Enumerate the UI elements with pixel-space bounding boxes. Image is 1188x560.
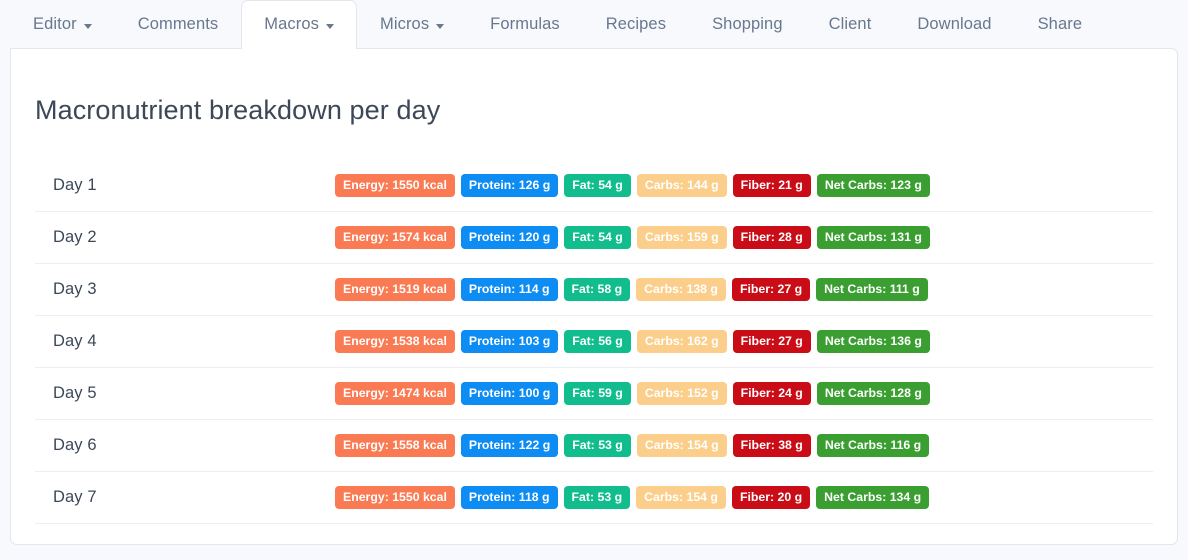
carbs-badge: Carbs: 154 g [636,485,726,510]
tab-client[interactable]: Client [806,0,895,48]
tab-label: Micros [379,15,430,33]
tab-label: Shopping [712,15,783,33]
table-row: Day 3 Energy: 1519 kcal Protein: 114 g Fat:… [35,264,1153,316]
protein-badge: Protein: 114 g [460,277,558,302]
net-carbs-badge: Net Carbs: 111 g [816,277,928,302]
protein-badge: Protein: 126 g [460,173,559,198]
badge-group: Energy: 1574 kcal Protein: 120 g Fat: 54 g… [335,225,1188,250]
badge-group: Energy: 1550 kcal Protein: 118 g Fat: 53 g… [335,485,1188,510]
protein-badge: Protein: 122 g [460,433,559,458]
day-label: Day 3 [53,280,97,298]
carbs-badge: Carbs: 152 g [636,381,727,406]
protein-badge: Protein: 103 g [460,329,559,354]
tab-comments[interactable]: Comments [115,0,242,48]
net-carbs-badge: Net Carbs: 136 g [816,329,930,354]
chevron-down-icon [83,23,92,29]
tab-editor[interactable]: Editor [10,0,115,48]
fiber-badge: Fiber: 28 g [732,225,811,250]
carbs-badge: Carbs: 144 g [636,173,727,198]
table-row: Day 5 Energy: 1474 kcal Protein: 100 g Fat:… [35,368,1153,420]
fiber-badge: Fiber: 27 g [731,277,811,302]
chevron-down-icon [436,23,445,29]
fiber-badge: Fiber: 21 g [732,173,811,198]
fat-badge: Fat: 53 g [563,485,631,510]
day-label: Day 7 [53,488,97,506]
net-carbs-badge: Net Carbs: 128 g [816,381,930,406]
chevron-down-icon [325,23,334,29]
protein-badge: Protein: 118 g [460,485,558,510]
tab-label: Editor [33,15,77,33]
carbs-badge: Carbs: 138 g [636,277,726,302]
tab-formulas[interactable]: Formulas [467,0,583,48]
carbs-badge: Carbs: 154 g [636,433,727,458]
day-label: Day 5 [53,384,97,402]
fiber-badge: Fiber: 20 g [731,485,811,510]
page-title: Macronutrient breakdown per day [35,95,441,125]
carbs-badge: Carbs: 162 g [636,329,727,354]
tab-recipes[interactable]: Recipes [583,0,689,48]
table-row: Day 4 Energy: 1538 kcal Protein: 103 g Fat:… [35,316,1153,368]
fiber-badge: Fiber: 38 g [732,433,811,458]
tab-macros[interactable]: Macros [241,0,357,49]
net-carbs-badge: Net Carbs: 116 g [816,433,930,458]
tab-download[interactable]: Download [894,0,1014,48]
energy-badge: Energy: 1550 kcal [335,485,455,510]
day-label: Day 4 [53,332,97,350]
fat-badge: Fat: 53 g [564,433,631,458]
table-row: Day 2 Energy: 1574 kcal Protein: 120 g Fat:… [35,212,1153,264]
tab-label: Comments [137,15,219,33]
tab-label: Macros [264,15,319,33]
tab-label: Client [828,15,872,33]
fat-badge: Fat: 54 g [564,173,631,198]
net-carbs-badge: Net Carbs: 134 g [816,485,930,510]
tab-label: Recipes [605,15,667,33]
energy-badge: Energy: 1474 kcal [335,381,455,406]
badge-group: Energy: 1538 kcal Protein: 103 g Fat: 56 g… [335,329,1188,354]
energy-badge: Energy: 1550 kcal [335,173,455,198]
table-row: Day 6 Energy: 1558 kcal Protein: 122 g Fat:… [35,420,1153,472]
day-label: Day 1 [53,176,97,194]
fat-badge: Fat: 56 g [564,329,631,354]
day-label: Day 6 [53,436,97,454]
energy-badge: Energy: 1519 kcal [335,277,455,302]
tab-label: Formulas [490,15,560,33]
table-row: Day 7 Energy: 1550 kcal Protein: 118 g Fat:… [35,472,1153,524]
fat-badge: Fat: 58 g [563,277,631,302]
fat-badge: Fat: 59 g [564,381,631,406]
tab-share[interactable]: Share [1015,0,1106,48]
badge-group: Energy: 1558 kcal Protein: 122 g Fat: 53 g… [335,433,1188,458]
energy-badge: Energy: 1538 kcal [335,329,455,354]
carbs-badge: Carbs: 159 g [636,225,727,250]
fiber-badge: Fiber: 24 g [732,381,811,406]
macro-rows-list: Day 1 Energy: 1550 kcal Protein: 126 g Fat:… [35,160,1153,524]
content-panel: Macronutrient breakdown per day Day 1 Ene… [10,48,1178,545]
energy-badge: Energy: 1558 kcal [335,433,455,458]
tab-micros[interactable]: Micros [357,0,467,48]
fiber-badge: Fiber: 27 g [732,329,811,354]
tab-label: Download [917,15,992,33]
protein-badge: Protein: 100 g [460,381,559,406]
tab-bar: Editor Comments Macros Micros Formulas Recipe… [0,0,1188,49]
badge-group: Energy: 1474 kcal Protein: 100 g Fat: 59 g… [335,381,1188,406]
net-carbs-badge: Net Carbs: 123 g [816,173,930,198]
badge-group: Energy: 1519 kcal Protein: 114 g Fat: 58 g… [335,277,1188,302]
tab-label: Share [1037,15,1083,33]
tab-shopping[interactable]: Shopping [689,0,806,48]
table-row: Day 1 Energy: 1550 kcal Protein: 126 g Fat:… [35,160,1153,212]
protein-badge: Protein: 120 g [460,225,559,250]
fat-badge: Fat: 54 g [564,225,631,250]
badge-group: Energy: 1550 kcal Protein: 126 g Fat: 54 g… [335,173,1188,198]
energy-badge: Energy: 1574 kcal [335,225,455,250]
day-label: Day 2 [53,228,97,246]
net-carbs-badge: Net Carbs: 131 g [816,225,930,250]
